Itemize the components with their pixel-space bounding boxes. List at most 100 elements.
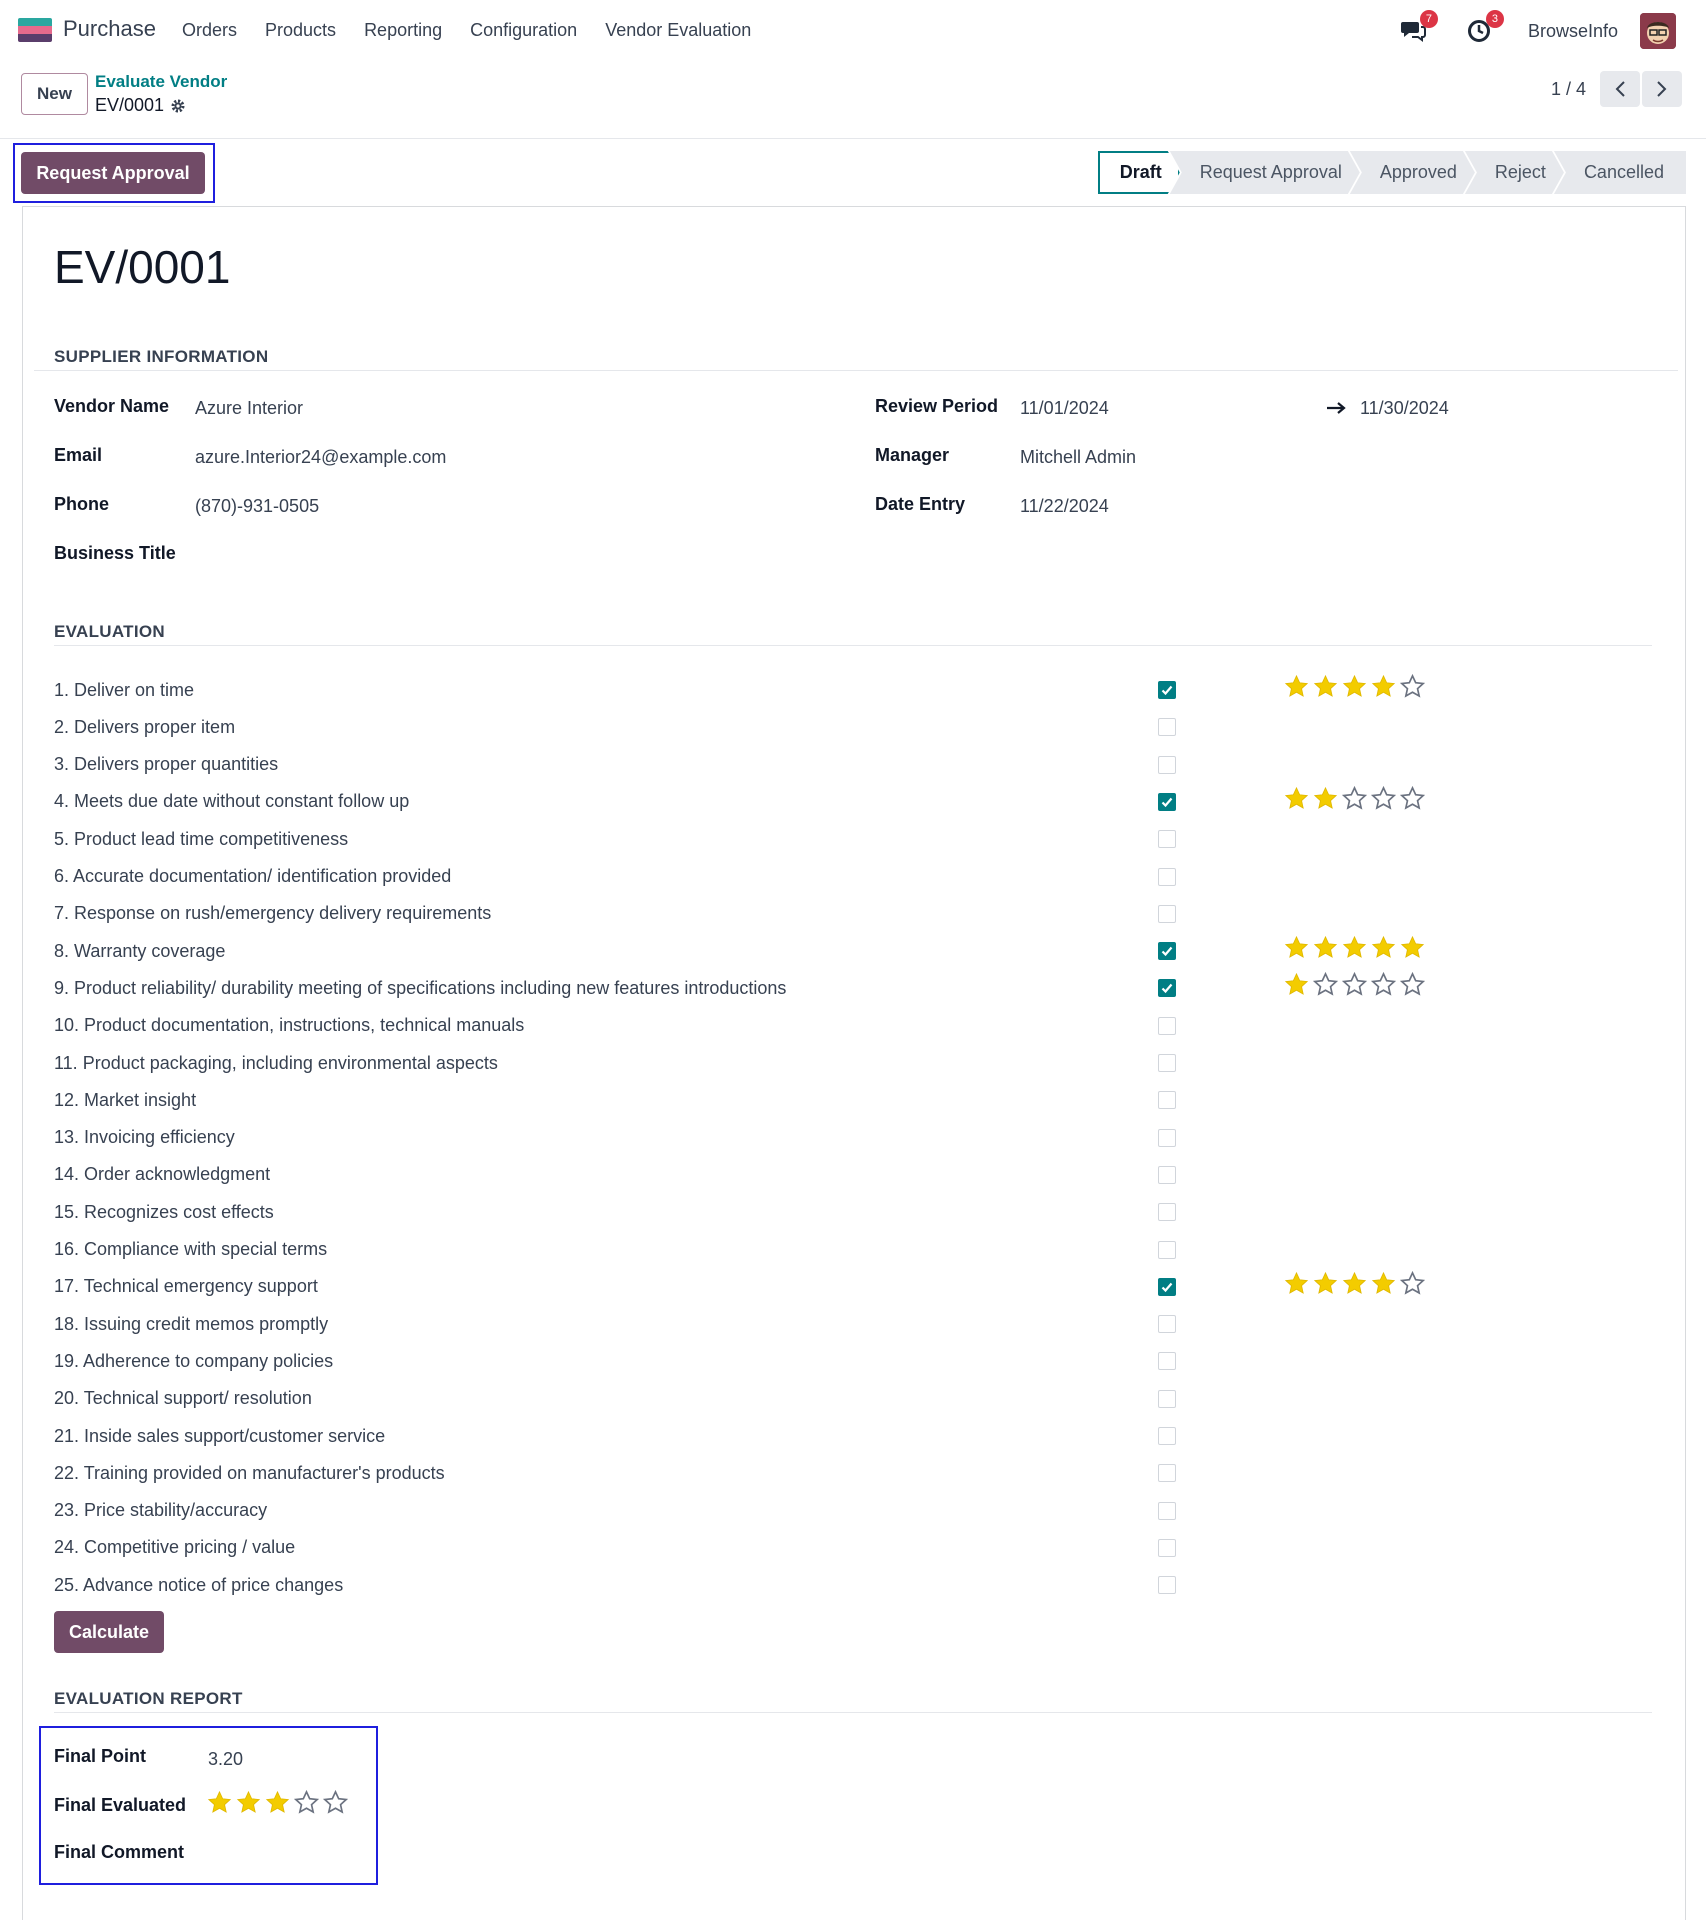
star-empty-icon[interactable]: [1342, 785, 1367, 811]
evaluation-checkbox[interactable]: [1158, 830, 1176, 849]
date-entry-value[interactable]: 11/22/2024: [1020, 496, 1109, 517]
star-filled-icon[interactable]: [1284, 972, 1309, 997]
evaluation-checkbox[interactable]: [1158, 1352, 1176, 1371]
stage-cancelled[interactable]: Cancelled: [1553, 151, 1686, 194]
evaluation-checkbox[interactable]: [1158, 718, 1176, 737]
stage-request-approval[interactable]: Request Approval: [1170, 151, 1360, 194]
menu-orders[interactable]: Orders: [182, 20, 237, 41]
star-filled-icon[interactable]: [1313, 935, 1338, 960]
evaluation-rating[interactable]: [1284, 785, 1425, 811]
evaluation-checkbox[interactable]: [1158, 1464, 1176, 1483]
evaluation-checkbox[interactable]: [1158, 1054, 1176, 1072]
menu-configuration[interactable]: Configuration: [470, 20, 577, 41]
calculate-button[interactable]: Calculate: [54, 1611, 164, 1653]
menu-products[interactable]: Products: [265, 20, 336, 41]
evaluation-row: 4. Meets due date without constant follo…: [54, 785, 1454, 817]
star-filled-icon[interactable]: [1371, 674, 1396, 699]
final-evaluated-stars[interactable]: [207, 1790, 348, 1815]
avatar-face-icon: [1640, 13, 1676, 49]
final-point-value[interactable]: 3.20: [208, 1749, 243, 1770]
evaluation-checkbox[interactable]: [1158, 867, 1176, 886]
activities-button[interactable]: 3: [1464, 10, 1504, 46]
stage-approved[interactable]: Approved: [1350, 151, 1475, 194]
request-approval-button[interactable]: Request Approval: [21, 152, 205, 194]
evaluation-checkbox[interactable]: [1158, 1576, 1176, 1595]
star-filled-icon[interactable]: [1342, 674, 1367, 699]
menu-vendor-evaluation[interactable]: Vendor Evaluation: [605, 20, 751, 41]
stage-draft[interactable]: Draft: [1098, 151, 1180, 194]
star-filled-icon[interactable]: [1284, 935, 1309, 960]
evaluation-checkbox[interactable]: [1158, 1091, 1176, 1110]
star-empty-icon[interactable]: [1342, 972, 1367, 997]
star-filled-icon[interactable]: [1313, 1271, 1338, 1296]
email-value[interactable]: azure.Interior24@example.com: [195, 447, 446, 468]
evaluation-checkbox[interactable]: [1158, 1427, 1176, 1445]
star-empty-icon[interactable]: [1371, 972, 1396, 997]
phone-value[interactable]: (870)-931-0505: [195, 496, 319, 517]
pager-next-button[interactable]: [1642, 71, 1682, 107]
user-avatar[interactable]: [1640, 13, 1676, 49]
evaluation-row: 17. Technical emergency support: [54, 1270, 1454, 1302]
star-filled-icon[interactable]: [1371, 1271, 1396, 1296]
evaluation-rating[interactable]: [1284, 935, 1425, 960]
evaluation-row: 19. Adherence to company policies: [54, 1346, 1454, 1376]
star-empty-icon[interactable]: [1400, 972, 1425, 997]
star-empty-icon[interactable]: [1371, 785, 1396, 811]
evaluation-checkbox[interactable]: [1158, 942, 1176, 961]
vendor-name-value[interactable]: Azure Interior: [195, 398, 303, 419]
evaluation-checkbox[interactable]: [1158, 979, 1176, 998]
evaluation-checkbox[interactable]: [1158, 1315, 1176, 1334]
evaluation-checkbox[interactable]: [1158, 1165, 1176, 1184]
evaluation-checkbox[interactable]: [1158, 1203, 1176, 1222]
evaluation-checkbox[interactable]: [1158, 681, 1176, 699]
star-filled-icon[interactable]: [207, 1790, 232, 1815]
gear-icon[interactable]: [170, 98, 186, 114]
menu-reporting[interactable]: Reporting: [364, 20, 442, 41]
star-empty-icon[interactable]: [323, 1790, 348, 1815]
evaluation-rating[interactable]: [1284, 674, 1425, 699]
star-empty-icon[interactable]: [1400, 785, 1425, 811]
evaluation-checkbox[interactable]: [1158, 1240, 1176, 1259]
evaluation-row: 25. Advance notice of price changes: [54, 1570, 1454, 1600]
evaluation-checkbox[interactable]: [1158, 755, 1176, 774]
review-end-value[interactable]: 11/30/2024: [1360, 398, 1449, 419]
user-name[interactable]: BrowseInfo: [1528, 21, 1618, 42]
star-filled-icon[interactable]: [1371, 935, 1396, 960]
evaluation-rating[interactable]: [1284, 972, 1425, 997]
star-filled-icon[interactable]: [1284, 674, 1309, 699]
evaluation-checkbox[interactable]: [1158, 904, 1176, 923]
star-filled-icon[interactable]: [1400, 935, 1425, 960]
star-empty-icon[interactable]: [294, 1790, 319, 1815]
star-empty-icon[interactable]: [1313, 972, 1338, 997]
stage-reject[interactable]: Reject: [1465, 151, 1564, 194]
manager-value[interactable]: Mitchell Admin: [1020, 447, 1136, 468]
evaluation-checkbox[interactable]: [1158, 1389, 1176, 1408]
star-empty-icon[interactable]: [1400, 674, 1425, 699]
review-start-value[interactable]: 11/01/2024: [1020, 398, 1109, 419]
evaluation-rating[interactable]: [1284, 1270, 1425, 1296]
star-filled-icon[interactable]: [1284, 1271, 1309, 1296]
new-button[interactable]: New: [21, 73, 88, 115]
evaluation-checkbox[interactable]: [1158, 1016, 1176, 1035]
evaluation-checkbox[interactable]: [1158, 1277, 1176, 1296]
messages-button[interactable]: 7: [1398, 10, 1438, 46]
breadcrumb-parent[interactable]: Evaluate Vendor: [95, 72, 227, 92]
star-filled-icon[interactable]: [1342, 935, 1367, 960]
purchase-app-icon[interactable]: [18, 18, 52, 42]
star-filled-icon[interactable]: [1342, 1271, 1367, 1296]
star-filled-icon[interactable]: [1284, 786, 1309, 811]
star-filled-icon[interactable]: [1313, 674, 1338, 699]
star-filled-icon[interactable]: [265, 1790, 290, 1815]
evaluation-question: 22. Training provided on manufacturer's …: [54, 1462, 445, 1483]
pager-value[interactable]: 1 / 4: [1551, 79, 1586, 100]
star-filled-icon[interactable]: [1313, 786, 1338, 811]
evaluation-question: 8. Warranty coverage: [54, 940, 226, 961]
star-empty-icon[interactable]: [1400, 1270, 1425, 1296]
evaluation-checkbox[interactable]: [1158, 1128, 1176, 1147]
evaluation-checkbox[interactable]: [1158, 1501, 1176, 1520]
evaluation-checkbox[interactable]: [1158, 1538, 1176, 1557]
evaluation-checkbox[interactable]: [1158, 792, 1176, 811]
pager-previous-button[interactable]: [1600, 71, 1640, 107]
app-name[interactable]: Purchase: [63, 16, 156, 42]
star-filled-icon[interactable]: [236, 1790, 261, 1815]
